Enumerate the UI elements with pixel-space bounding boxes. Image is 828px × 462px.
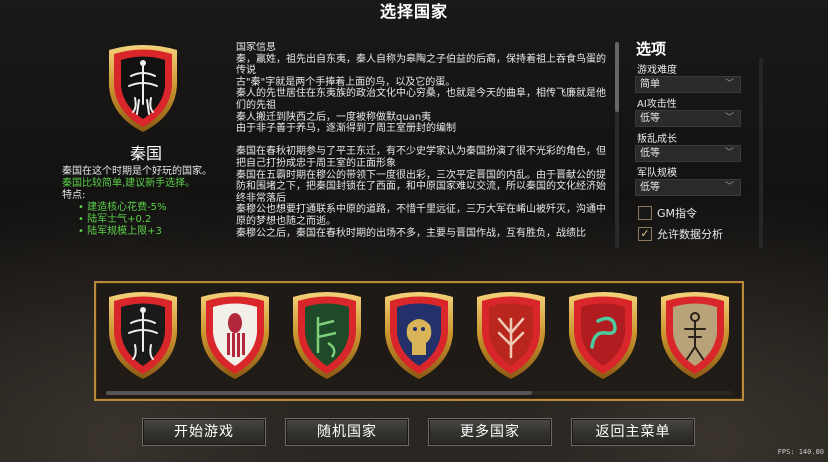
info-line: 秦人的先世居住在东夷族的政治文化中心穷桑，也就是今天的曲阜，相传飞廉就是他们的先… — [236, 88, 606, 111]
checkbox-icon[interactable] — [638, 206, 652, 220]
bird-emblem-shield-icon[interactable] — [104, 289, 182, 383]
checkmark-icon[interactable]: ✓ — [638, 227, 652, 241]
blue-beast-emblem-shield-icon[interactable] — [380, 289, 458, 383]
chevron-down-icon: ﹀ — [724, 113, 734, 123]
chevron-down-icon: ﹀ — [724, 79, 734, 89]
strip-scrollbar[interactable] — [106, 391, 732, 395]
traits-label: 特点: — [62, 190, 86, 201]
selected-nation-description: 秦国在这个时期是个好玩的国家。 秦国比较简单,建议新手选择。 特点: • 建造核… — [62, 166, 232, 238]
info-line: 由于非子善于养马，逐渐得到了周王室册封的编制 — [236, 123, 456, 135]
info-scrollbar[interactable] — [615, 42, 619, 248]
random-nation-button[interactable]: 随机国家 — [285, 418, 409, 446]
nation-summary: 秦国在这个时期是个好玩的国家。 — [62, 166, 212, 177]
start-game-button[interactable]: 开始游戏 — [142, 418, 266, 446]
options-scrollbar[interactable] — [759, 58, 763, 248]
nation-selector-strip — [94, 281, 744, 401]
nation-shield-list — [104, 289, 734, 385]
info-line: 秦国在春秋初期参与了平王东迁，有不少史学家认为秦国扮演了很不光彩的角色，但把自己… — [236, 146, 606, 169]
info-line: 秦穆公也想要打通联系中原的道路，不惜千里远征，三万大军在崤山被歼灭，沟通中原的梦… — [236, 204, 606, 227]
selected-nation-name: 秦国 — [129, 144, 162, 163]
serpent-emblem-shield-icon[interactable] — [564, 289, 642, 383]
selected-nation-shield-icon — [109, 45, 177, 132]
difficulty-select[interactable]: 简单 ﹀ — [635, 76, 741, 93]
trait-item: • 建造核心花费-5% — [78, 202, 167, 213]
info-scrollbar-thumb[interactable] — [615, 42, 619, 112]
strip-scrollbar-thumb[interactable] — [106, 391, 532, 395]
chevron-down-icon: ﹀ — [724, 148, 734, 158]
options-title: 选项 — [636, 40, 667, 58]
fps-counter: FPS: 140.80 — [777, 448, 824, 456]
army-size-label: 军队规模 — [637, 168, 677, 179]
squid-emblem-shield-icon[interactable] — [196, 289, 274, 383]
info-line: 秦，嬴姓，祖先出自东夷，秦人自称为皋陶之子伯益的后裔，保持着祖上吞食鸟蛋的传说 — [236, 53, 606, 77]
allow-analytics-checkbox[interactable]: ✓ 允许数据分析 — [638, 226, 723, 242]
info-line: 古"秦"字就是两个手捧着上面的鸟，以及它的蛋。 — [236, 76, 456, 88]
nation-info-text[interactable]: 国家信息 秦，嬴姓，祖先出自东夷，秦人自称为皋陶之子伯益的后裔，保持着祖上吞食鸟… — [236, 42, 612, 248]
army-size-select[interactable]: 低等 ﹀ — [635, 179, 741, 196]
rebellion-growth-select[interactable]: 低等 ﹀ — [635, 145, 741, 162]
difficulty-label: 游戏难度 — [637, 65, 677, 76]
trait-item: • 陆军规模上限+3 — [78, 226, 162, 237]
page-title: 选择国家 — [379, 2, 448, 21]
chevron-down-icon: ﹀ — [724, 182, 734, 192]
info-line: 国家信息 — [236, 42, 276, 53]
info-line: 秦国在五霸时期在穆公的带领下一度很出彩，三次平定晋国的内乱。由于晋献公的提防和围… — [236, 169, 606, 204]
trait-item: • 陆军士气+0.2 — [78, 214, 152, 225]
figure-emblem-shield-icon[interactable] — [656, 289, 734, 383]
red-tree-emblem-shield-icon[interactable] — [472, 289, 550, 383]
rebellion-growth-label: 叛乱成长 — [637, 134, 677, 145]
green-rune-emblem-shield-icon[interactable] — [288, 289, 366, 383]
ai-aggression-label: AI攻击性 — [637, 99, 677, 110]
ai-aggression-select[interactable]: 低等 ﹀ — [635, 110, 741, 127]
back-to-main-menu-button[interactable]: 返回主菜单 — [571, 418, 695, 446]
more-nations-button[interactable]: 更多国家 — [428, 418, 552, 446]
info-line: 秦人搬迁到陕西之后，一度被称做默quan夷 — [236, 111, 432, 123]
gm-commands-checkbox[interactable]: GM指令 — [638, 205, 697, 221]
info-line: 秦穆公之后，秦国在春秋时期的出场不多，主要与晋国作战，互有胜负，战绩比 — [236, 227, 586, 239]
difficulty-note: 秦国比较简单,建议新手选择。 — [62, 178, 196, 189]
